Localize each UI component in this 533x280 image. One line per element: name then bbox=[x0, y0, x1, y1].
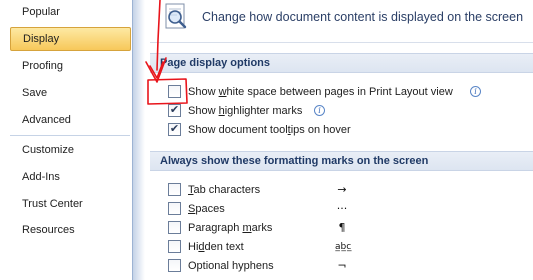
option-spaces[interactable]: Spaces ··· bbox=[168, 200, 528, 218]
sidebar-shadow bbox=[133, 0, 145, 280]
sidebar-item-trust-center[interactable]: Trust Center bbox=[10, 192, 130, 216]
sidebar-item-advanced[interactable]: Advanced bbox=[10, 108, 130, 132]
option-show-white-space[interactable]: Show white space between pages in Print … bbox=[168, 83, 528, 101]
paragraph-mark-symbol: ¶ bbox=[338, 221, 346, 234]
page-title: Change how document content is displayed… bbox=[202, 10, 524, 24]
sidebar-item-save[interactable]: Save bbox=[10, 81, 130, 105]
info-icon[interactable]: i bbox=[314, 105, 325, 116]
option-hidden-text[interactable]: Hidden text a̲b̲c̲ bbox=[168, 238, 528, 256]
options-sidebar: Popular Display Proofing Save Advanced C… bbox=[0, 0, 133, 280]
sidebar-item-display[interactable]: Display bbox=[10, 27, 131, 51]
option-label: Hidden text bbox=[188, 241, 244, 253]
option-label: Paragraph marks bbox=[188, 222, 273, 234]
option-label: Tab characters bbox=[188, 184, 261, 196]
sidebar-item-customize[interactable]: Customize bbox=[10, 138, 130, 162]
checkbox-hidden-text[interactable] bbox=[168, 240, 181, 253]
option-label: Show white space between pages in Print … bbox=[188, 86, 453, 98]
option-show-document-tooltips[interactable]: ✔ Show document tooltips on hover bbox=[168, 121, 528, 139]
option-optional-hyphens[interactable]: Optional hyphens ¬ bbox=[168, 257, 528, 275]
sidebar-item-resources[interactable]: Resources bbox=[10, 218, 130, 242]
section-page-display-options: Page display options bbox=[150, 53, 533, 73]
option-label: Show highlighter marks bbox=[188, 105, 303, 117]
checkbox-tab-characters[interactable] bbox=[168, 183, 181, 196]
section-title: Page display options bbox=[160, 57, 271, 69]
space-mark-symbol: ··· bbox=[336, 202, 348, 215]
option-tab-characters[interactable]: Tab characters → bbox=[168, 181, 528, 199]
tab-mark-symbol: → bbox=[337, 183, 347, 196]
sidebar-separator bbox=[10, 135, 130, 136]
magnifier-document-icon bbox=[165, 3, 187, 29]
info-icon[interactable]: i bbox=[470, 86, 481, 97]
header-divider bbox=[150, 42, 533, 43]
sidebar-item-add-ins[interactable]: Add-Ins bbox=[10, 165, 130, 189]
hidden-text-mark-symbol: a̲b̲c̲ bbox=[335, 242, 352, 252]
option-label: Spaces bbox=[188, 203, 225, 215]
checkbox-highlighter-marks[interactable]: ✔ bbox=[168, 104, 181, 117]
section-formatting-marks: Always show these formatting marks on th… bbox=[150, 151, 533, 171]
checkbox-optional-hyphens[interactable] bbox=[168, 259, 181, 272]
checkbox-spaces[interactable] bbox=[168, 202, 181, 215]
sidebar-item-proofing[interactable]: Proofing bbox=[10, 54, 130, 78]
section-title: Always show these formatting marks on th… bbox=[160, 155, 429, 167]
optional-hyphen-mark-symbol: ¬ bbox=[337, 259, 347, 272]
option-label: Show document tooltips on hover bbox=[188, 124, 351, 136]
option-show-highlighter-marks[interactable]: ✔ Show highlighter marks i bbox=[168, 102, 528, 120]
option-label: Optional hyphens bbox=[188, 260, 274, 272]
checkbox-document-tooltips[interactable]: ✔ bbox=[168, 123, 181, 136]
option-paragraph-marks[interactable]: Paragraph marks ¶ bbox=[168, 219, 528, 237]
sidebar-item-popular[interactable]: Popular bbox=[10, 0, 130, 24]
checkbox-paragraph-marks[interactable] bbox=[168, 221, 181, 234]
checkbox-white-space[interactable] bbox=[168, 85, 181, 98]
